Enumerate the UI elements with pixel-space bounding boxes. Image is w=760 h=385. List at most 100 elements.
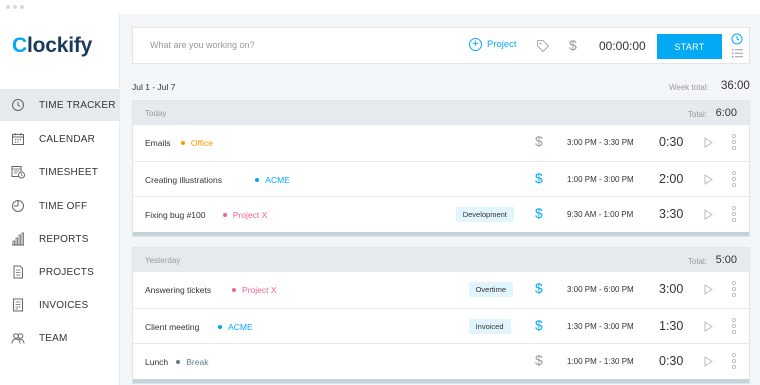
play-icon[interactable] [704,137,713,148]
billable-toggle[interactable]: $ [569,37,577,53]
billable-dollar-icon[interactable]: $ [535,133,543,149]
billable-dollar-icon[interactable]: $ [535,317,543,333]
entry-duration[interactable]: 2:00 [659,172,683,186]
play-icon[interactable] [704,320,713,332]
manual-mode-list-icon[interactable] [732,48,743,58]
sidebar-item-team[interactable]: TEAM [0,322,119,354]
entry-time-range[interactable]: 1:00 PM - 3:00 PM [567,175,634,184]
play-icon[interactable] [704,173,713,185]
entry-time-range[interactable]: 1:00 PM - 1:30 PM [567,357,634,366]
window-dot [6,5,10,9]
time-entry-row[interactable]: Client meeting ACME Invoiced $1:30 PM - 3:0… [133,307,749,344]
more-options-icon[interactable] [731,280,737,298]
time-entry-row[interactable]: Fixing bug #100 Project X Development $9:30… [133,196,749,232]
entry-duration[interactable]: 0:30 [659,135,683,149]
play-icon[interactable] [704,209,713,220]
entry-project[interactable]: Office [180,138,213,148]
tag-icon[interactable] [536,39,550,53]
more-options-icon[interactable] [731,317,737,335]
entry-project-label: Project X [242,285,277,295]
entry-time-range[interactable]: 3:00 PM - 3:30 PM [567,138,634,147]
sidebar-item-label: INVOICES [39,299,89,311]
day-label: Today [145,109,167,118]
entry-tag[interactable]: Overtime [468,282,514,297]
sidebar-item-reports[interactable]: REPORTS [0,223,119,255]
more-options-icon[interactable] [731,133,737,151]
billable-dollar-icon[interactable]: $ [535,280,543,296]
day-group: Yesterday Total: 5:00 Answering tickets Proj… [132,247,750,384]
entry-description[interactable]: Answering tickets [145,285,211,295]
day-group-header: Today Total: 6:00 [133,101,749,125]
week-range: Jul 1 - Jul 7 [132,82,176,92]
entry-time-range[interactable]: 1:30 PM - 3:00 PM [567,322,634,331]
entry-project[interactable]: ACME [255,175,290,185]
clock-icon [11,98,25,112]
clockify-logo[interactable]: Clockify [12,34,92,58]
entry-duration[interactable]: 0:30 [659,354,683,368]
entry-description[interactable]: Fixing bug #100 [145,210,206,220]
team-icon [11,331,25,345]
bar-chart-icon [11,232,25,246]
time-entry-row[interactable]: Answering tickets Project X Overtime $3:00 … [133,272,749,308]
entry-project[interactable]: Break [176,357,208,367]
more-options-icon[interactable] [731,205,737,223]
play-icon[interactable] [704,356,713,367]
start-button[interactable]: START [657,34,722,59]
sidebar-item-projects[interactable]: PROJECTS [0,256,119,288]
entry-description[interactable]: Client meeting [145,322,199,332]
sidebar-item-timesheet[interactable]: TIMESHEET [0,156,119,188]
timer-mode-clock-icon[interactable] [731,33,743,45]
more-options-icon[interactable] [731,352,737,370]
sidebar-item-time-tracker[interactable]: TIME TRACKER [0,89,119,121]
more-options-icon[interactable] [731,170,737,188]
project-color-dot [176,360,181,364]
select-project-button[interactable]: + Project [469,38,517,51]
day-group-footer [133,378,749,383]
sidebar-item-time-off[interactable]: TIME OFF [0,190,119,222]
timer-display: 00:00:00 [599,39,646,53]
entry-project[interactable]: ACME [218,322,253,332]
day-total-label: Total: [687,110,707,119]
entry-tag[interactable]: Development [455,207,514,222]
logo-text: lockify [26,34,93,57]
description-input[interactable]: What are you working on? [150,40,255,50]
time-entry-row[interactable]: Lunch Break $1:00 PM - 1:30 PM 0:30 [133,343,749,379]
sidebar-item-calendar[interactable]: CALENDAR [0,123,119,155]
plus-circle-icon: + [469,38,482,51]
entry-project[interactable]: Project X [232,285,277,295]
entry-project-label: ACME [228,321,253,332]
entry-description[interactable]: Creating illustrations [145,175,222,185]
entry-tag[interactable]: Invoiced [468,318,511,334]
calendar-icon [11,132,25,146]
sidebar-item-label: PROJECTS [39,266,94,278]
time-entry-row[interactable]: Emails Office $3:00 PM - 3:30 PM 0:30 [133,125,749,161]
entry-time-range[interactable]: 3:00 PM - 6:00 PM [567,285,634,294]
day-total-label: Total: [687,257,707,266]
timesheet-icon [11,165,25,179]
time-entry-row[interactable]: Creating illustrations ACME $1:00 PM - 3:0… [133,160,749,197]
billable-dollar-icon[interactable]: $ [535,352,543,368]
window-chrome [0,0,760,14]
sidebar-item-label: TIME OFF [39,200,88,212]
day-label: Yesterday [145,256,181,265]
project-color-dot [255,177,260,182]
time-off-icon [11,199,25,213]
entry-project[interactable]: Project X [222,210,267,220]
entry-duration[interactable]: 3:30 [659,207,683,221]
sidebar-item-invoices[interactable]: INVOICES [0,289,119,321]
entry-description[interactable]: Lunch [145,357,168,367]
logo-mark: C [12,34,27,57]
play-icon[interactable] [704,284,713,295]
entry-duration[interactable]: 3:00 [659,282,683,296]
entry-description[interactable]: Emails [145,138,171,148]
day-total: 5:00 [715,254,737,266]
entry-project-label: Break [186,357,209,367]
billable-dollar-icon[interactable]: $ [535,170,543,186]
billable-dollar-icon[interactable]: $ [535,205,543,221]
entry-duration[interactable]: 1:30 [659,319,683,333]
sidebar-item-label: CALENDAR [39,133,96,145]
project-button-label: Project [487,39,517,50]
entry-time-range[interactable]: 9:30 AM - 1:00 PM [567,210,633,219]
day-total: 6:00 [715,107,737,119]
window-dot [13,5,17,9]
